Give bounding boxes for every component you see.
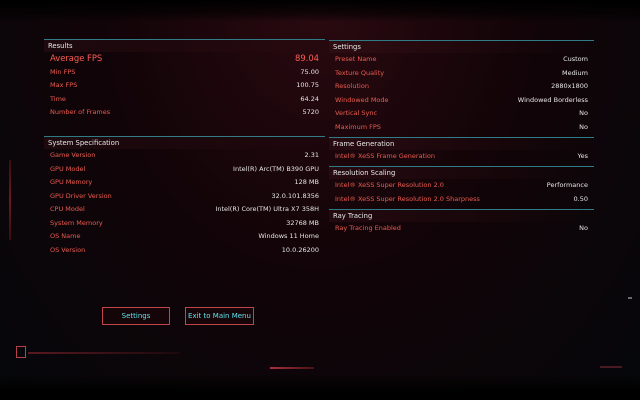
row-label: GPU Model: [50, 164, 86, 173]
row-label: GPU Driver Version: [50, 191, 112, 200]
row-value: Custom: [563, 55, 588, 63]
row-label: GPU Memory: [50, 178, 93, 186]
ray-tracing-panel: Ray Tracing Ray Tracing Enabled No: [329, 209, 594, 236]
resolution-scaling-row-mode: Intel® XeSS Super Resolution 2.0 Perform…: [329, 179, 594, 193]
right-footer-decoration: [600, 366, 622, 368]
system-row-cpu-model: CPU Model Intel(R) Core(TM) Ultra X7 358…: [44, 203, 325, 217]
settings-header: Settings: [329, 40, 594, 53]
row-value: 100.75: [296, 81, 319, 89]
settings-row-max-fps: Maximum FPS No: [329, 121, 594, 135]
ray-tracing-row: Ray Tracing Enabled No: [329, 222, 594, 236]
row-value: 2880x1800: [551, 82, 588, 90]
row-value: 75.00: [300, 67, 319, 76]
exit-to-main-menu-button[interactable]: Exit to Main Menu: [185, 307, 254, 325]
resolution-scaling-panel: Resolution Scaling Intel® XeSS Super Res…: [329, 166, 594, 206]
results-row-time: Time 64.24: [44, 93, 325, 107]
results-row-average-fps: Average FPS 89.04: [44, 52, 325, 66]
row-label: Game Version: [50, 151, 96, 159]
settings-button[interactable]: Settings: [102, 307, 170, 325]
ray-tracing-header: Ray Tracing: [329, 209, 594, 222]
row-value: Performance: [546, 181, 588, 189]
row-label: Maximum FPS: [335, 122, 381, 131]
row-value: 89.04: [295, 53, 319, 63]
row-value: 5720: [302, 108, 319, 116]
results-row-min-fps: Min FPS 75.00: [44, 66, 325, 80]
settings-panel: Settings Preset Name Custom Texture Qual…: [329, 40, 594, 134]
row-label: Ray Tracing Enabled: [335, 224, 401, 232]
system-row-system-memory: System Memory 32768 MB: [44, 217, 325, 231]
frame-generation-row: Intel® XeSS Frame Generation Yes: [329, 150, 594, 164]
side-decoration-right: [628, 297, 632, 299]
row-value: 2.31: [304, 151, 319, 159]
settings-row-windowed-mode: Windowed Mode Windowed Borderless: [329, 94, 594, 108]
frame-generation-header: Frame Generation: [329, 137, 594, 150]
row-value: Yes: [577, 152, 589, 160]
results-header: Results: [44, 39, 325, 52]
row-label: Vertical Sync: [335, 109, 378, 117]
row-value: Windows 11 Home: [258, 232, 319, 240]
studio-logo-icon: [16, 346, 26, 358]
row-label: Preset Name: [335, 55, 377, 63]
row-value: 64.24: [300, 94, 319, 103]
settings-row-resolution: Resolution 2880x1800: [329, 80, 594, 94]
frame-generation-panel: Frame Generation Intel® XeSS Frame Gener…: [329, 137, 594, 164]
system-row-gpu-driver: GPU Driver Version 32.0.101.8356: [44, 190, 325, 204]
row-value: Intel(R) Arc(TM) B390 GPU: [233, 164, 319, 173]
row-value: 128 MB: [294, 178, 319, 186]
results-row-max-fps: Max FPS 100.75: [44, 79, 325, 93]
row-label: Resolution: [335, 82, 369, 90]
row-label: Texture Quality: [335, 68, 385, 77]
row-label: Min FPS: [50, 67, 76, 76]
row-value: 32768 MB: [286, 218, 319, 227]
row-label: Max FPS: [50, 81, 78, 89]
row-value: No: [579, 122, 588, 131]
system-row-gpu-model: GPU Model Intel(R) Arc(TM) B390 GPU: [44, 163, 325, 177]
footer-line-decoration: [28, 352, 180, 354]
center-footer-decoration: [270, 367, 314, 369]
row-label: System Memory: [50, 218, 103, 227]
row-label: Intel® XeSS Super Resolution 2.0 Sharpne…: [335, 194, 480, 203]
side-decoration-left: [9, 160, 11, 240]
resolution-scaling-row-sharpness: Intel® XeSS Super Resolution 2.0 Sharpne…: [329, 193, 594, 207]
row-label: OS Version: [50, 245, 86, 254]
resolution-scaling-header: Resolution Scaling: [329, 166, 594, 179]
system-row-os-version: OS Version 10.0.26200: [44, 244, 325, 258]
row-label: CPU Model: [50, 205, 85, 213]
results-panel: Results Average FPS 89.04 Min FPS 75.00 …: [44, 39, 325, 120]
row-value: Medium: [562, 68, 588, 77]
system-row-os-name: OS Name Windows 11 Home: [44, 230, 325, 244]
row-value: Windowed Borderless: [517, 95, 588, 104]
row-label: OS Name: [50, 232, 81, 240]
row-value: No: [579, 109, 588, 117]
row-label: Intel® XeSS Frame Generation: [335, 152, 436, 160]
system-spec-panel: System Specification Game Version 2.31 G…: [44, 136, 325, 257]
row-label: Windowed Mode: [335, 95, 389, 104]
settings-row-preset: Preset Name Custom: [329, 53, 594, 67]
row-label: Average FPS: [50, 53, 103, 63]
row-value: 10.0.26200: [281, 245, 319, 254]
top-shade: [0, 0, 640, 22]
results-row-frames: Number of Frames 5720: [44, 106, 325, 120]
row-value: 0.50: [573, 194, 588, 203]
row-label: Number of Frames: [50, 108, 111, 116]
row-value: 32.0.101.8356: [271, 191, 319, 200]
row-value: No: [579, 224, 588, 232]
system-spec-header: System Specification: [44, 136, 325, 149]
row-label: Intel® XeSS Super Resolution 2.0: [335, 181, 444, 189]
settings-row-vsync: Vertical Sync No: [329, 107, 594, 121]
system-row-gpu-memory: GPU Memory 128 MB: [44, 176, 325, 190]
system-row-game-version: Game Version 2.31: [44, 149, 325, 163]
row-value: Intel(R) Core(TM) Ultra X7 358H: [215, 205, 319, 213]
bottom-shade: [0, 374, 640, 400]
row-label: Time: [50, 94, 66, 103]
settings-row-texture: Texture Quality Medium: [329, 67, 594, 81]
